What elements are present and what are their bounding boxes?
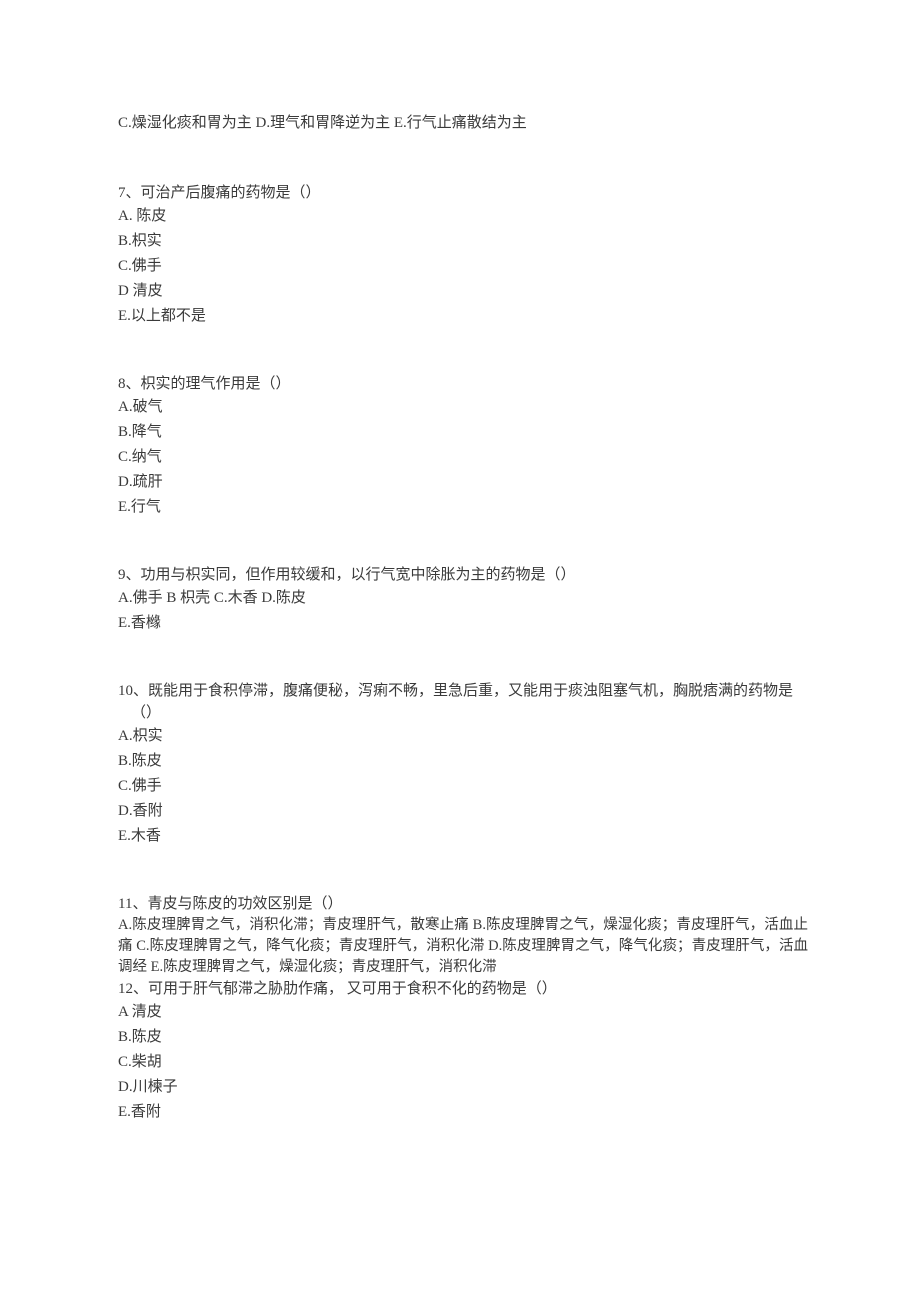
option-item[interactable]: A 清皮 — [118, 1000, 808, 1025]
option-item[interactable]: A. 陈皮 — [118, 204, 808, 229]
document-page: C.燥湿化痰和胃为主 D.理气和胃降逆为主 E.行气止痛散结为主 7、可治产后腹… — [0, 0, 920, 1301]
question-8-options: A.破气 B.降气 C.纳气 D.疏肝 E.行气 — [118, 395, 808, 520]
option-item[interactable]: D.川楝子 — [118, 1075, 808, 1100]
question-7-options: A. 陈皮 B.枳实 C.佛手 D 清皮 E.以上都不是 — [118, 204, 808, 329]
option-item[interactable]: C.佛手 — [118, 774, 808, 799]
question-9-options: E.香橼 — [118, 611, 808, 636]
option-item[interactable]: B.枳实 — [118, 229, 808, 254]
question-10-stem: 10、既能用于食积停滞，腹痛便秘，泻痢不畅，里急后重，又能用于痰浊阻塞气机，胸脱… — [118, 683, 794, 721]
question-9-stem: 9、功用与枳实同，但作用较缓和，以行气宽中除胀为主的药物是（） — [118, 567, 576, 583]
question-11-options-paragraph[interactable]: A.陈皮理脾胃之气，消积化滞；青皮理肝气，散寒止痛 B.陈皮理脾胃之气，燥湿化痰… — [118, 915, 808, 978]
question-10-options: A.枳实 B.陈皮 C.佛手 D.香附 E.木香 — [118, 724, 808, 849]
option-item[interactable]: B.陈皮 — [118, 749, 808, 774]
question-7: 7、可治产后腹痛的药物是（） A. 陈皮 B.枳实 C.佛手 D 清皮 E.以上… — [118, 182, 808, 329]
option-item[interactable]: C.纳气 — [118, 445, 808, 470]
option-item[interactable]: E.香橼 — [118, 611, 808, 636]
question-7-stem: 7、可治产后腹痛的药物是（） — [118, 185, 321, 201]
option-item[interactable]: C.佛手 — [118, 254, 808, 279]
question-8: 8、枳实的理气作用是（） A.破气 B.降气 C.纳气 D.疏肝 E.行气 — [118, 373, 808, 520]
question-8-stem: 8、枳实的理气作用是（） — [118, 376, 291, 392]
option-item[interactable]: E.行气 — [118, 495, 808, 520]
option-item[interactable]: B.降气 — [118, 420, 808, 445]
option-item[interactable]: E.香附 — [118, 1100, 808, 1125]
option-item[interactable]: D 清皮 — [118, 279, 808, 304]
option-item[interactable]: C.柴胡 — [118, 1050, 808, 1075]
option-item[interactable]: A.破气 — [118, 395, 808, 420]
option-item[interactable]: E.以上都不是 — [118, 304, 808, 329]
question-12: 12、可用于肝气郁滞之胁肋作痛， 又可用于食积不化的药物是（） A 清皮 B.陈… — [118, 978, 808, 1125]
option-item[interactable]: A.枳实 — [118, 724, 808, 749]
option-item[interactable]: E.木香 — [118, 824, 808, 849]
question-11-stem: 11、青皮与陈皮的功效区别是（） — [118, 896, 343, 912]
option-item[interactable]: B.陈皮 — [118, 1025, 808, 1050]
question-12-options: A 清皮 B.陈皮 C.柴胡 D.川楝子 E.香附 — [118, 1000, 808, 1125]
option-item[interactable]: D.香附 — [118, 799, 808, 824]
question-9-inline-options[interactable]: A.佛手 B 枳壳 C.木香 D.陈皮 — [118, 586, 808, 611]
option-item[interactable]: D.疏肝 — [118, 470, 808, 495]
question-11: 11、青皮与陈皮的功效区别是（） A.陈皮理脾胃之气，消积化滞；青皮理肝气，散寒… — [118, 893, 808, 978]
question-10: 10、既能用于食积停滞，腹痛便秘，泻痢不畅，里急后重，又能用于痰浊阻塞气机，胸脱… — [118, 680, 808, 849]
question-12-stem: 12、可用于肝气郁滞之胁肋作痛， 又可用于食积不化的药物是（） — [118, 981, 557, 997]
question-9: 9、功用与枳实同，但作用较缓和，以行气宽中除胀为主的药物是（） A.佛手 B 枳… — [118, 564, 808, 636]
carryover-options-line: C.燥湿化痰和胃为主 D.理气和胃降逆为主 E.行气止痛散结为主 — [118, 115, 527, 131]
document-body: C.燥湿化痰和胃为主 D.理气和胃降逆为主 E.行气止痛散结为主 7、可治产后腹… — [118, 112, 808, 1125]
